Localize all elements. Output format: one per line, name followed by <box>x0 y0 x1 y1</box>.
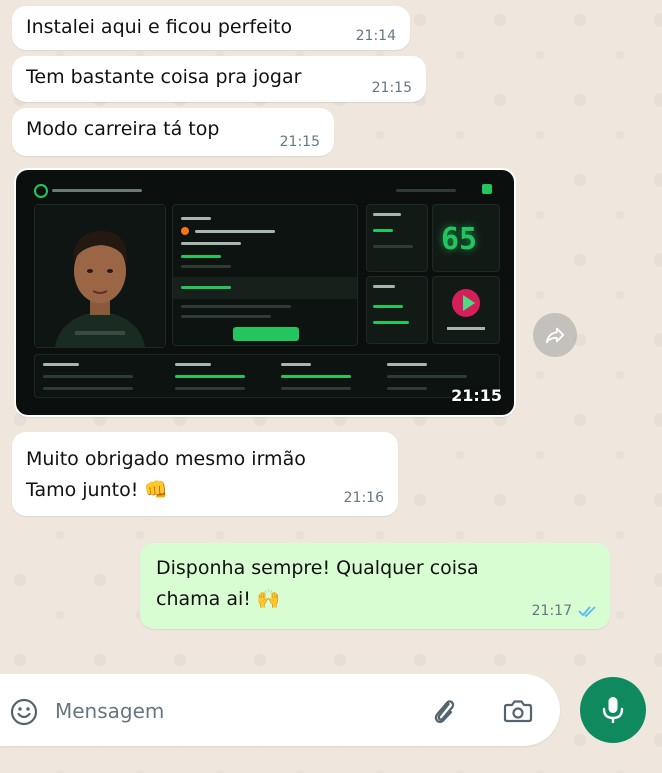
game-action-button <box>233 327 299 341</box>
message-time: 21:14 <box>355 28 396 44</box>
microphone-icon <box>602 697 624 723</box>
message-text: Instalei aqui e ficou perfeito <box>26 16 293 38</box>
badge-panel <box>432 276 500 344</box>
game-header-line <box>52 189 142 192</box>
player-info-panel <box>172 204 358 346</box>
message-text: Muito obrigado mesmo irmão Tamo junto! 👊 <box>26 448 306 501</box>
message-text: Disponha sempre! Qualquer coisa chama ai… <box>156 557 479 610</box>
game-header-line <box>396 189 456 192</box>
forward-icon <box>545 327 565 344</box>
message-bubble-outgoing[interactable]: Disponha sempre! Qualquer coisa chama ai… <box>140 543 610 629</box>
voice-record-button[interactable] <box>580 677 646 743</box>
paperclip-icon <box>434 700 455 723</box>
message-time: 21:17 <box>531 603 572 619</box>
message-time: 21:15 <box>279 134 320 150</box>
forward-button[interactable] <box>533 313 577 357</box>
game-logo-icon <box>34 184 48 198</box>
attach-button[interactable] <box>430 696 458 730</box>
image-time: 21:15 <box>451 386 502 405</box>
message-bubble[interactable]: Modo carreira tá top 21:15 <box>12 108 334 156</box>
stats-panel <box>366 204 428 272</box>
game-settings-icon <box>482 184 492 194</box>
message-bubble[interactable]: Tem bastante coisa pra jogar 21:15 <box>12 56 426 102</box>
player-portrait-panel <box>34 204 166 348</box>
image-message[interactable]: 65 21:15 <box>14 168 516 417</box>
message-input-bar: Mensagem <box>0 674 560 746</box>
bottom-stats-row <box>34 354 500 398</box>
emoji-button[interactable] <box>10 698 38 730</box>
camera-button[interactable] <box>503 698 533 728</box>
message-text: Modo carreira tá top <box>26 118 220 140</box>
message-time: 21:15 <box>371 80 412 96</box>
message-bubble[interactable]: Muito obrigado mesmo irmão Tamo junto! 👊… <box>12 432 398 516</box>
stats-panel <box>366 276 428 344</box>
message-input[interactable]: Mensagem <box>55 699 164 723</box>
badge-icon <box>447 289 485 330</box>
message-time: 21:16 <box>343 490 384 506</box>
player-portrait <box>35 205 165 347</box>
game-screenshot-image: 65 21:15 <box>16 170 514 415</box>
overall-rating-panel: 65 <box>432 204 500 272</box>
message-bubble[interactable]: Instalei aqui e ficou perfeito 21:14 <box>12 6 410 50</box>
emoji-icon <box>10 698 38 726</box>
message-text: Tem bastante coisa pra jogar <box>26 66 302 88</box>
camera-icon <box>503 700 533 723</box>
overall-rating: 65 <box>441 222 478 257</box>
read-receipt-icon <box>578 606 596 618</box>
